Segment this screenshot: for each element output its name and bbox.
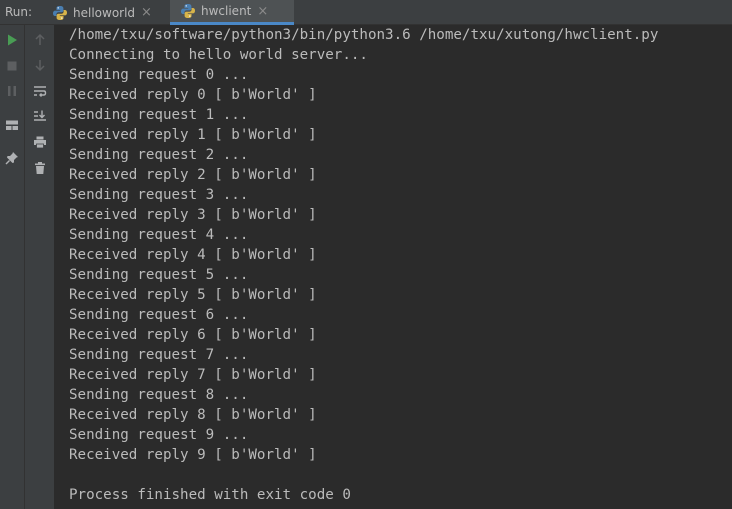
- console-line: Received reply 9 [ b'World' ]: [69, 447, 317, 463]
- run-label: Run:: [5, 5, 33, 19]
- console-line: Sending request 2 ...: [69, 147, 249, 163]
- run-tab-bar: Run: helloworld × hwclient ×: [0, 0, 732, 25]
- up-arrow-icon[interactable]: [31, 31, 49, 49]
- tab-label: helloworld: [73, 5, 136, 20]
- run-tool-window: Run: helloworld × hwclient × /home/txu/s…: [0, 0, 732, 509]
- trash-icon[interactable]: [31, 159, 49, 177]
- stop-icon[interactable]: [3, 57, 21, 75]
- console-line: Received reply 0 [ b'World' ]: [69, 87, 317, 103]
- console-line: Sending request 4 ...: [69, 227, 249, 243]
- print-icon[interactable]: [31, 133, 49, 151]
- console-line: Received reply 2 [ b'World' ]: [69, 167, 317, 183]
- pin-icon[interactable]: [3, 149, 21, 167]
- console-line: Sending request 0 ...: [69, 67, 249, 83]
- run-toolbar: [0, 25, 25, 509]
- console-line: Sending request 9 ...: [69, 427, 249, 443]
- console-line: Sending request 5 ...: [69, 267, 249, 283]
- exit-status-line: Process finished with exit code 0: [69, 487, 351, 503]
- console-toolbar: [25, 25, 55, 509]
- pause-icon[interactable]: [3, 82, 21, 100]
- console-line: Sending request 6 ...: [69, 307, 249, 323]
- console-line: Received reply 1 [ b'World' ]: [69, 127, 317, 143]
- tab-helloworld[interactable]: helloworld ×: [44, 0, 168, 25]
- console-line: Sending request 1 ...: [69, 107, 249, 123]
- console-line: Sending request 3 ...: [69, 187, 249, 203]
- console-line: Received reply 5 [ b'World' ]: [69, 287, 317, 303]
- console-line: Sending request 8 ...: [69, 387, 249, 403]
- soft-wrap-icon[interactable]: [31, 82, 49, 100]
- close-icon[interactable]: ×: [141, 6, 152, 19]
- close-icon[interactable]: ×: [257, 5, 268, 18]
- scroll-to-end-icon[interactable]: [31, 107, 49, 125]
- console-line: Received reply 4 [ b'World' ]: [69, 247, 317, 263]
- tab-label: hwclient: [201, 4, 252, 18]
- run-icon[interactable]: [3, 31, 21, 49]
- console-line: Connecting to hello world server...: [69, 47, 368, 63]
- console-line: Received reply 3 [ b'World' ]: [69, 207, 317, 223]
- console-line: /home/txu/software/python3/bin/python3.6…: [69, 27, 659, 43]
- console-line: Received reply 6 [ b'World' ]: [69, 327, 317, 343]
- layout-icon[interactable]: [3, 116, 21, 134]
- python-icon: [181, 4, 195, 18]
- console-output[interactable]: /home/txu/software/python3/bin/python3.6…: [56, 25, 732, 509]
- tab-hwclient[interactable]: hwclient ×: [170, 0, 294, 25]
- python-icon: [53, 5, 67, 20]
- down-arrow-icon[interactable]: [31, 56, 49, 74]
- console-line: Received reply 7 [ b'World' ]: [69, 367, 317, 383]
- console-line: Received reply 8 [ b'World' ]: [69, 407, 317, 423]
- console-line: Sending request 7 ...: [69, 347, 249, 363]
